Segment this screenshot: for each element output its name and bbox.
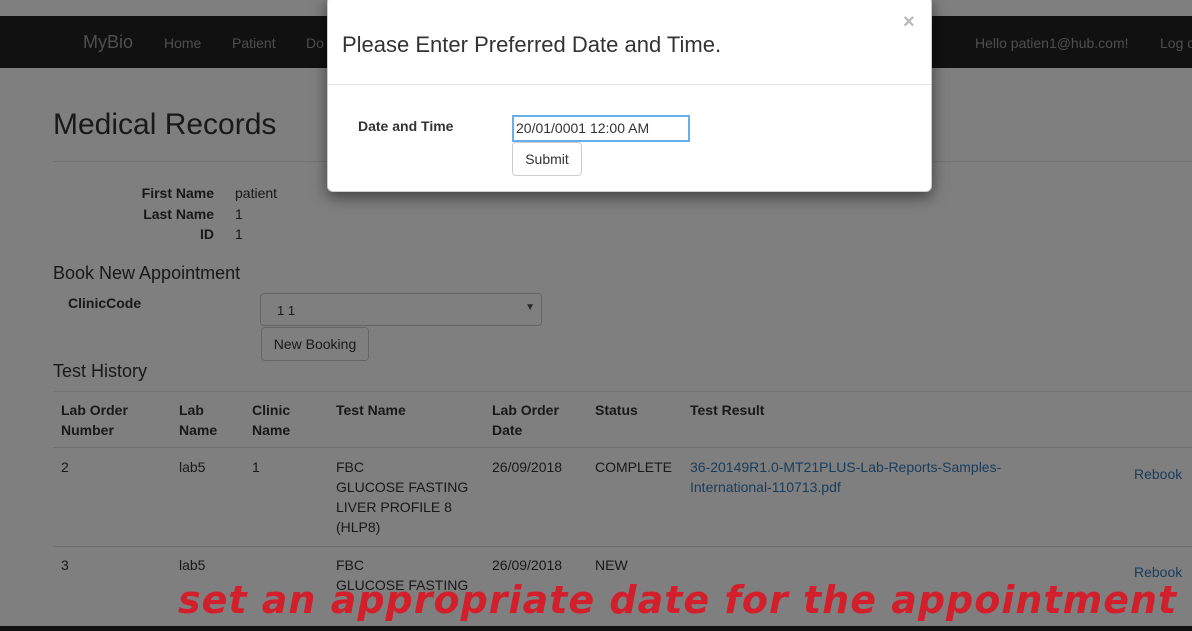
video-caption: set an appropriate date for the appointm… bbox=[178, 578, 1178, 622]
bottom-bar bbox=[0, 626, 1192, 631]
modal-header-divider bbox=[328, 84, 931, 85]
date-time-label: Date and Time bbox=[358, 118, 454, 134]
submit-button[interactable]: Submit bbox=[512, 142, 582, 176]
date-time-input[interactable]: 20/01/0001 12:00 AM bbox=[512, 115, 690, 142]
modal-title: Please Enter Preferred Date and Time. bbox=[342, 32, 722, 57]
date-time-modal: Please Enter Preferred Date and Time. × … bbox=[327, 0, 932, 192]
close-icon[interactable]: × bbox=[903, 11, 915, 34]
